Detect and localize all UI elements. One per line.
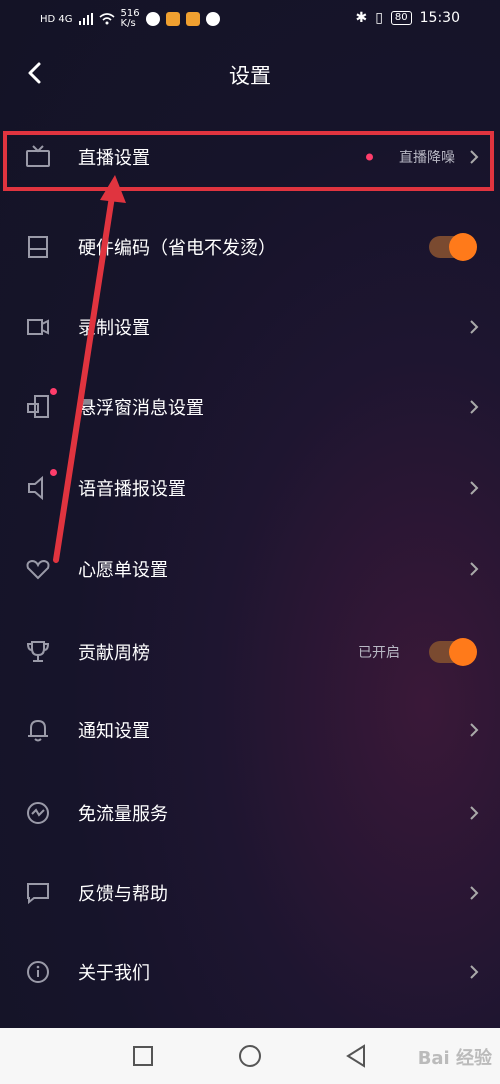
chevron-right-icon xyxy=(470,320,479,334)
settings-item-about[interactable]: 关于我们 xyxy=(0,932,500,1012)
new-dot xyxy=(50,469,57,476)
new-dot xyxy=(50,388,57,395)
app-notification-icon xyxy=(185,12,200,26)
home-button[interactable] xyxy=(236,1042,264,1070)
settings-item-label: 语音播报设置 xyxy=(78,479,186,500)
settings-item-voice[interactable]: 语音播报设置 xyxy=(0,448,500,528)
clock: 15:30 xyxy=(419,10,460,26)
network-speed: 516 K/s xyxy=(120,8,140,29)
info-icon xyxy=(27,961,49,983)
recent-apps-button[interactable] xyxy=(129,1042,157,1070)
settings-item-label: 贡献周榜 xyxy=(78,643,150,664)
settings-item-label: 心愿单设置 xyxy=(78,560,168,581)
settings-item-hardware-encoding[interactable]: 硬件编码（省电不发烫） xyxy=(0,207,500,287)
back-button[interactable] xyxy=(342,1042,370,1070)
vibrate-icon: ▯ xyxy=(375,10,383,26)
signal-icon xyxy=(78,13,93,25)
settings-item-floating-window[interactable]: 悬浮窗消息设置 xyxy=(0,367,500,447)
settings-item-feedback[interactable]: 反馈与帮助 xyxy=(0,853,500,933)
chevron-right-icon xyxy=(470,400,479,414)
bell-icon xyxy=(28,719,48,742)
weekly-ranking-toggle[interactable] xyxy=(429,638,477,666)
settings-item-notifications[interactable]: 通知设置 xyxy=(0,690,500,770)
status-bar: HD 4G 516 K/s ✱ ▯ 80 15:30 xyxy=(0,0,500,38)
app-notification-icon xyxy=(205,12,220,26)
settings-item-recording[interactable]: 录制设置 xyxy=(0,287,500,367)
heart-icon xyxy=(26,559,50,580)
settings-item-weekly-ranking[interactable]: 贡献周榜 已开启 xyxy=(0,612,500,692)
watermark: Bai 经验 xyxy=(417,1048,492,1069)
header: 设置 xyxy=(0,48,500,100)
settings-item-label: 关于我们 xyxy=(78,963,150,984)
highlight-box xyxy=(3,131,494,191)
panel-icon xyxy=(28,236,48,258)
settings-item-label: 反馈与帮助 xyxy=(78,884,168,905)
settings-item-label: 硬件编码（省电不发烫） xyxy=(78,238,276,259)
battery-indicator: 80 xyxy=(390,11,412,25)
record-icon xyxy=(27,319,49,335)
chevron-right-icon xyxy=(470,965,479,979)
page-title: 设置 xyxy=(229,64,271,88)
chevron-right-icon xyxy=(470,886,479,900)
settings-item-free-traffic[interactable]: 免流量服务 xyxy=(0,773,500,853)
chevron-right-icon xyxy=(470,723,479,737)
trophy-icon xyxy=(26,641,50,662)
system-nav-bar: Bai 经验 xyxy=(0,1028,500,1084)
wifi-icon xyxy=(98,13,115,25)
settings-item-label: 录制设置 xyxy=(78,318,150,339)
settings-item-label: 免流量服务 xyxy=(78,804,168,825)
chevron-right-icon xyxy=(470,562,479,576)
network-indicator: HD 4G xyxy=(40,13,73,25)
settings-item-wishlist[interactable]: 心愿单设置 xyxy=(0,529,500,609)
settings-item-label: 悬浮窗消息设置 xyxy=(78,398,204,419)
settings-item-label: 通知设置 xyxy=(78,721,150,742)
settings-item-value: 已开启 xyxy=(358,645,400,661)
traffic-icon xyxy=(27,802,49,824)
hardware-encoding-toggle[interactable] xyxy=(429,233,477,261)
feedback-icon xyxy=(27,883,49,905)
speaker-icon xyxy=(28,475,43,501)
chevron-right-icon xyxy=(470,481,479,495)
chevron-right-icon xyxy=(470,806,479,820)
floating-window-icon xyxy=(27,395,49,418)
message-icon xyxy=(145,12,160,26)
bluetooth-icon: ✱ xyxy=(355,10,368,26)
app-notification-icon xyxy=(165,12,180,26)
